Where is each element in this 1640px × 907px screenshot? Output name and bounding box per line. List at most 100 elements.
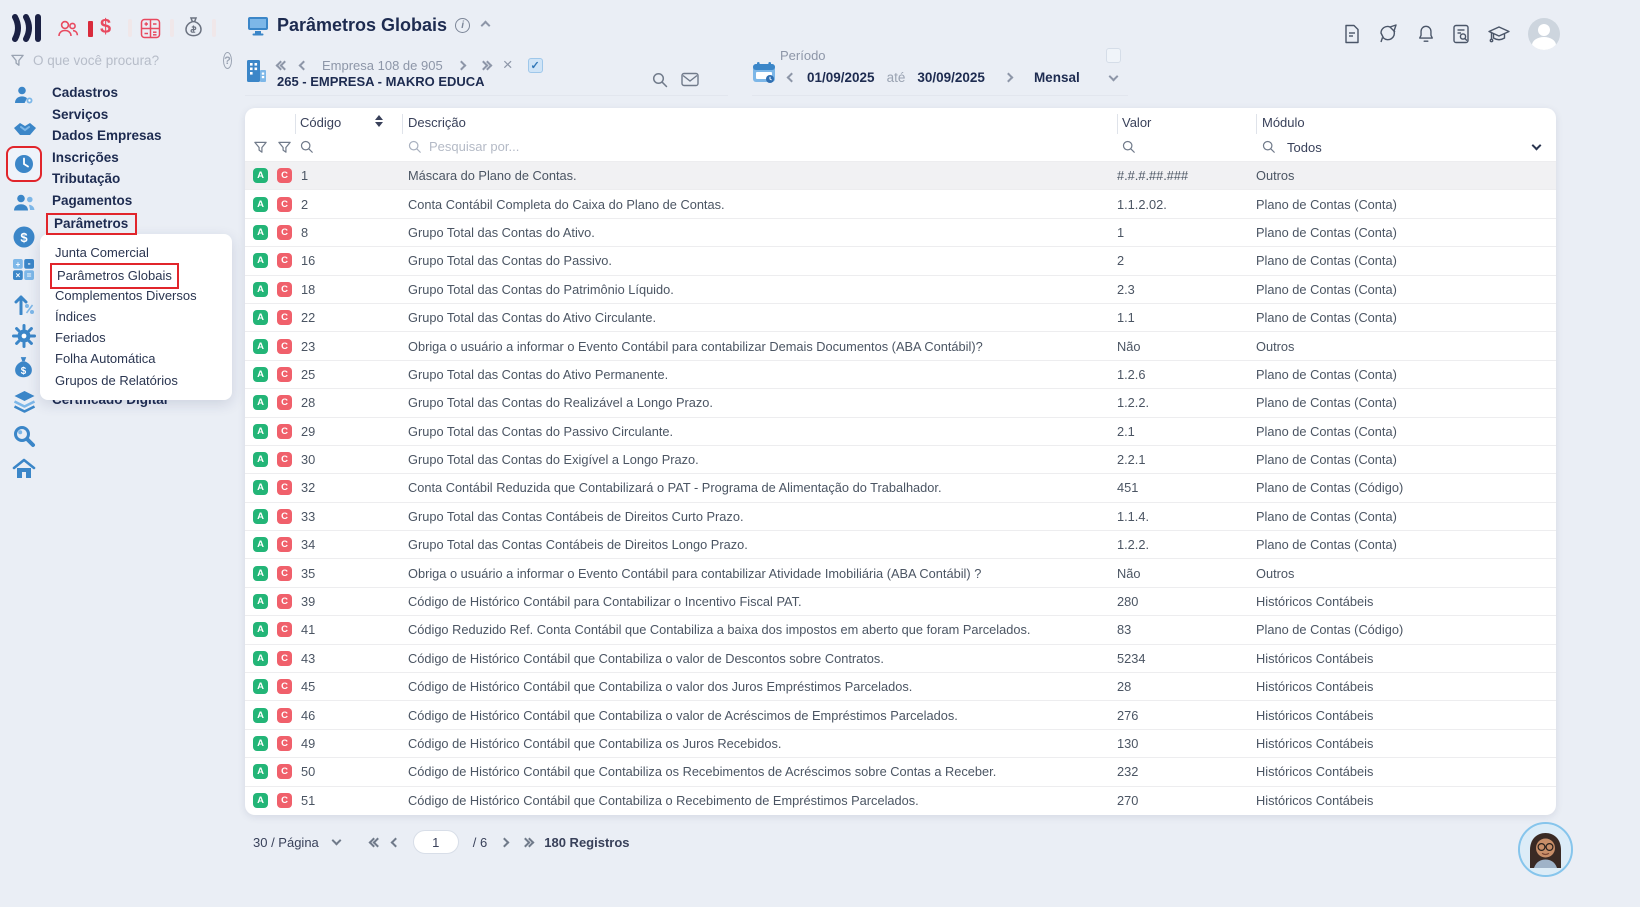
sidebar-home-icon[interactable] — [12, 458, 36, 482]
descricao-filter-input[interactable] — [429, 139, 729, 154]
sidebar-item-inscricoes[interactable]: Inscrições — [52, 147, 162, 169]
page-size-select[interactable]: 30 / Página — [253, 835, 319, 850]
table-row[interactable]: A C 32 Conta Contábil Reduzida que Conta… — [245, 473, 1556, 501]
period-checkbox[interactable] — [1106, 48, 1121, 63]
sidebar-dollar-circle-icon[interactable]: $ — [12, 225, 36, 249]
sidebar-handshake-icon[interactable] — [12, 119, 36, 143]
modulo-filter-select[interactable]: Todos — [1287, 140, 1322, 155]
table-row[interactable]: A C 2 Conta Contábil Completa do Caixa d… — [245, 189, 1556, 217]
sidebar-item-parametros[interactable]: Parâmetros — [46, 213, 137, 235]
column-header-codigo[interactable]: Código — [300, 115, 341, 130]
period-mode-chevron-icon[interactable] — [1108, 71, 1118, 81]
quick-calculator-icon[interactable] — [140, 18, 161, 39]
period-next-button[interactable] — [1003, 73, 1013, 83]
help-icon[interactable]: ? — [223, 52, 232, 69]
table-row[interactable]: A C 18 Grupo Total das Contas do Patrimô… — [245, 275, 1556, 303]
quick-people-icon[interactable] — [56, 18, 80, 40]
table-row[interactable]: A C 50 Código de Histórico Contábil que … — [245, 757, 1556, 785]
submenu-item-grupos-relatorios[interactable]: Grupos de Relatórios — [55, 370, 232, 391]
bell-icon[interactable] — [1417, 24, 1435, 44]
submenu-item-folha-automatica[interactable]: Folha Automática — [55, 348, 232, 369]
sidebar-item-dados-empresas[interactable]: Dados Empresas — [52, 125, 162, 147]
quick-money-bag-icon[interactable] — [183, 16, 204, 39]
table-row[interactable]: A C 46 Código de Histórico Contábil que … — [245, 700, 1556, 728]
sidebar-gear-icon[interactable] — [12, 324, 36, 348]
sidebar-calculator-icon[interactable]: +-×= — [12, 258, 36, 282]
sidebar-search-icon[interactable] — [12, 424, 36, 448]
submenu-item-complementos-diversos[interactable]: Complementos Diversos — [55, 285, 232, 306]
column-header-modulo[interactable]: Módulo — [1262, 115, 1305, 130]
table-row[interactable]: A C 41 Código Reduzido Ref. Conta Contáb… — [245, 615, 1556, 643]
table-row[interactable]: A C 8 Grupo Total das Contas do Ativo. 1… — [245, 218, 1556, 246]
table-row[interactable]: A C 43 Código de Histórico Contábil que … — [245, 644, 1556, 672]
graduation-cap-icon[interactable] — [1487, 24, 1511, 44]
document-search-icon[interactable] — [1452, 24, 1470, 44]
company-search-icon[interactable] — [652, 72, 668, 88]
sidebar-money-bag-icon[interactable]: $ — [12, 356, 36, 380]
next-page-button[interactable] — [500, 837, 510, 847]
period-start-date[interactable]: 01/09/2025 — [807, 70, 875, 85]
table-row[interactable]: A C 33 Grupo Total das Contas Contábeis … — [245, 502, 1556, 530]
sidebar-people-icon[interactable] — [12, 192, 36, 216]
table-row[interactable]: A C 34 Grupo Total das Contas Contábeis … — [245, 530, 1556, 558]
table-row[interactable]: A C 45 Código de Histórico Contábil que … — [245, 672, 1556, 700]
filter-funnel-icon[interactable] — [253, 140, 268, 155]
sidebar-item-tributacao[interactable]: Tributação — [52, 168, 162, 190]
table-row[interactable]: A C 23 Obriga o usuário a informar o Eve… — [245, 331, 1556, 359]
first-page-button[interactable] — [370, 839, 378, 846]
chat-avatar-widget[interactable] — [1518, 822, 1573, 877]
document-icon[interactable] — [1343, 24, 1361, 44]
valor-filter-search-icon[interactable] — [1122, 140, 1136, 154]
info-icon[interactable]: i — [455, 18, 470, 33]
table-row[interactable]: A C 1 Máscara do Plano de Contas. #.#.#.… — [245, 161, 1556, 189]
next-company-button[interactable] — [456, 61, 466, 71]
table-row[interactable]: A C 51 Código de Histórico Contábil que … — [245, 786, 1556, 814]
last-page-button[interactable] — [522, 839, 530, 846]
submenu-item-feriados[interactable]: Feriados — [55, 327, 232, 348]
sidebar-item-servicos[interactable]: Serviços — [52, 104, 162, 126]
first-company-button[interactable] — [277, 62, 285, 69]
sidebar-layers-icon[interactable] — [12, 390, 36, 414]
sidebar-person-gear-icon[interactable] — [12, 84, 36, 108]
close-icon[interactable]: × — [503, 56, 513, 73]
table-row[interactable]: A C 25 Grupo Total das Contas do Ativo P… — [245, 360, 1556, 388]
table-row[interactable]: A C 16 Grupo Total das Contas do Passivo… — [245, 246, 1556, 274]
table-row[interactable]: A C 28 Grupo Total das Contas do Realizá… — [245, 388, 1556, 416]
column-header-valor[interactable]: Valor — [1122, 115, 1151, 130]
modulo-filter-search-icon[interactable] — [1262, 140, 1276, 154]
sidebar-search-input[interactable] — [33, 53, 183, 68]
table-row[interactable]: A C 22 Grupo Total das Contas do Ativo C… — [245, 303, 1556, 331]
modulo-select-chevron-icon[interactable] — [1532, 141, 1542, 151]
table-row[interactable]: A C 30 Grupo Total das Contas do Exigíve… — [245, 445, 1556, 473]
period-end-date[interactable]: 30/09/2025 — [917, 70, 985, 85]
period-prev-button[interactable] — [787, 73, 797, 83]
megaphone-icon[interactable] — [1378, 24, 1400, 44]
page-number-input[interactable] — [413, 830, 459, 854]
table-row[interactable]: A C 35 Obriga o usuário a informar o Eve… — [245, 558, 1556, 586]
submenu-item-indices[interactable]: Índices — [55, 306, 232, 327]
sidebar-clock-history-icon[interactable] — [6, 146, 42, 182]
filter-funnel-icon[interactable] — [10, 53, 25, 68]
sidebar-growth-percent-icon[interactable] — [12, 291, 36, 315]
last-company-button[interactable] — [480, 62, 488, 69]
prev-company-button[interactable] — [299, 61, 309, 71]
codigo-filter-search-icon[interactable] — [300, 140, 314, 154]
column-header-descricao[interactable]: Descrição — [408, 115, 466, 130]
sidebar-item-cadastros[interactable]: Cadastros — [52, 82, 162, 104]
cell-modulo: Históricos Contábeis — [1256, 793, 1556, 808]
period-mode-select[interactable]: Mensal — [1034, 70, 1080, 85]
table-row[interactable]: A C 39 Código de Histórico Contábil para… — [245, 587, 1556, 615]
user-avatar[interactable] — [1528, 18, 1560, 50]
sidebar-item-pagamentos[interactable]: Pagamentos — [52, 190, 162, 212]
quick-dollar-icon[interactable]: $ — [100, 16, 111, 39]
table-row[interactable]: A C 49 Código de Histórico Contábil que … — [245, 729, 1556, 757]
collapse-chevron-up-icon[interactable] — [481, 21, 491, 31]
submenu-item-junta-comercial[interactable]: Junta Comercial — [55, 242, 232, 263]
filter-funnel-clear-icon[interactable] — [277, 140, 292, 155]
company-checkbox[interactable]: ✓ — [528, 58, 543, 73]
envelope-icon[interactable] — [681, 72, 699, 88]
prev-page-button[interactable] — [390, 837, 400, 847]
page-size-chevron-icon[interactable] — [331, 835, 341, 845]
sort-icon[interactable] — [375, 115, 383, 127]
table-row[interactable]: A C 29 Grupo Total das Contas do Passivo… — [245, 417, 1556, 445]
